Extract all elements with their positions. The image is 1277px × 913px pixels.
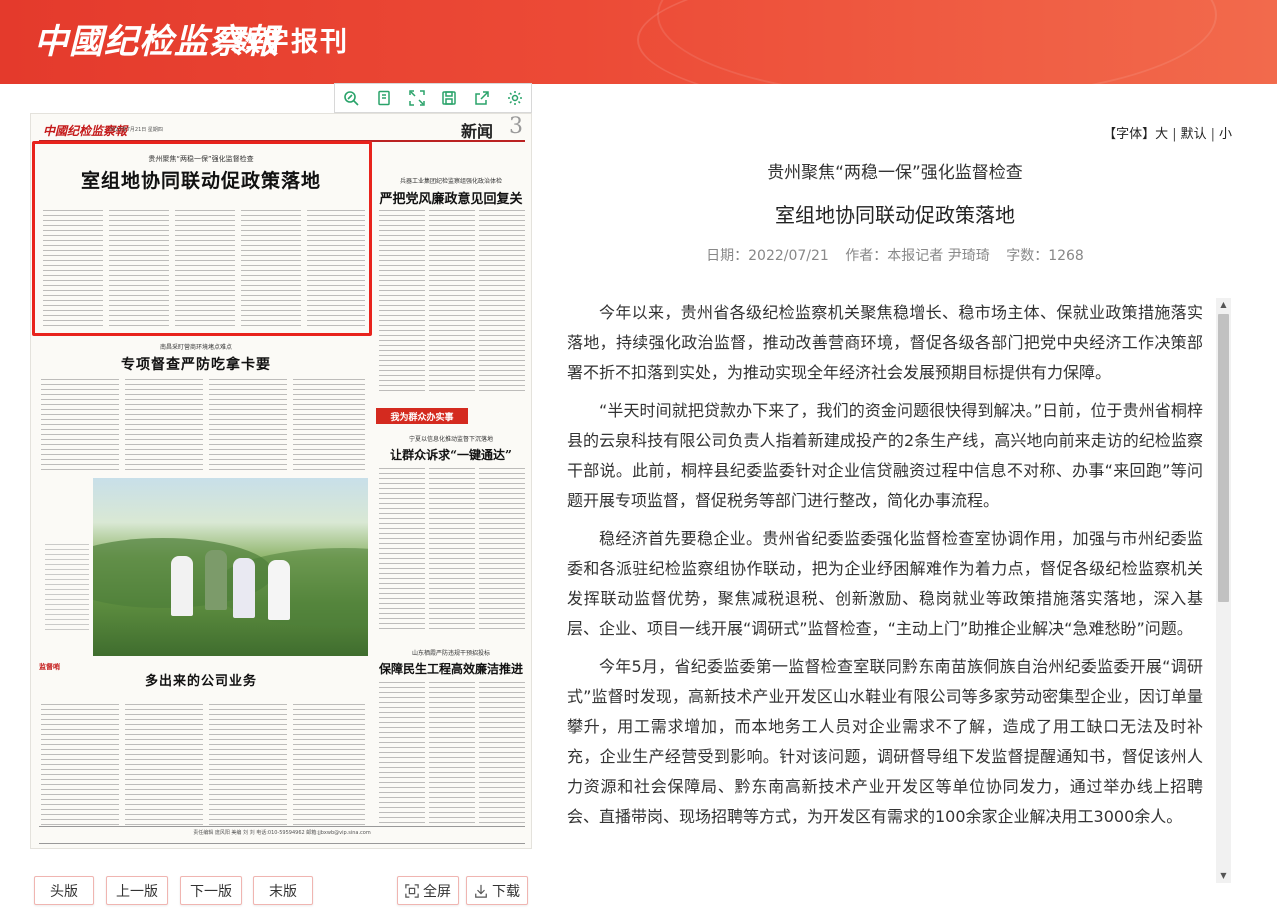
save-icon[interactable] [433, 84, 466, 112]
download-button[interactable]: 下载 [466, 876, 528, 905]
fullscreen-label: 全屏 [423, 883, 451, 900]
text-column [379, 682, 425, 827]
newspaper-masthead-bar: 中國纪检监察報 2022年7月21日 星期四 新闻 3 [39, 114, 525, 142]
single-page-icon[interactable] [368, 84, 401, 112]
text-column [209, 704, 287, 826]
scrollbar-thumb[interactable] [1218, 314, 1229, 602]
article-title: 室组地协同联动促政策落地 [775, 203, 1015, 227]
article-kicker: 贵州聚焦“两稳一保”强化监督检查 [767, 163, 1023, 183]
text-column [379, 468, 425, 633]
first-page-button[interactable]: 头版 [34, 876, 94, 905]
photo-caption [45, 544, 89, 634]
photo-column-label: 监督哨 [39, 663, 60, 671]
text-column [241, 210, 301, 330]
article-paragraph: 稳经济首先要稳企业。贵州省纪委监委强化监督检查室协调作用，加强与市州纪委监委和各… [567, 529, 1203, 638]
text-column [379, 210, 425, 395]
article-author: 作者：本报记者 尹琦琦 [845, 248, 990, 264]
story2-kicker: 兵器工业集团纪检监察组强化政治体检 [399, 178, 502, 185]
font-default-link[interactable]: 默认 [1181, 127, 1207, 142]
newspaper-page-image[interactable]: 中國纪检监察報 2022年7月21日 星期四 新闻 3 贵州聚焦“两稳一保”强化… [30, 113, 532, 849]
article-paragraph: 今年以来，贵州省各级纪检监察机关聚焦稳增长、稳市场主体、保就业政策措施落实落地，… [567, 303, 1203, 382]
column-tag: 我为群众办实事 [376, 408, 468, 424]
text-column [307, 210, 365, 330]
text-column [175, 210, 235, 330]
photo-person [205, 550, 227, 610]
article-paragraph: “半天时间就把贷款办下来了，我们的资金问题很快得到解决。”日前，位于贵州省桐梓县… [567, 401, 1203, 510]
text-column [293, 379, 365, 471]
font-size-label: 【字体】 [1103, 127, 1156, 142]
photo-person [268, 560, 290, 620]
page-toolbar [334, 83, 532, 113]
zoom-icon[interactable] [335, 84, 368, 112]
story2-headline[interactable]: 严把党风廉政意见回复关 [376, 188, 526, 207]
scroll-up-arrow-icon[interactable]: ▲ [1216, 298, 1231, 312]
story3-headline[interactable]: 专项督查严防吃拿卡要 [71, 354, 321, 374]
article-paragraph: 今年5月，省纪委监委第一监督检查室联同黔东南苗族侗族自治州纪委监委开展“调研式”… [567, 657, 1203, 826]
article-body: 今年以来，贵州省各级纪检监察机关聚焦稳增长、稳市场主体、保就业政策措施落实落地，… [567, 298, 1203, 883]
newspaper-bottom-rule [39, 843, 525, 844]
story1-kicker: 贵州聚焦“两稳一保”强化监督检查 [148, 155, 254, 163]
text-column [479, 682, 525, 827]
article-scrollbar[interactable]: ▲ ▼ [1216, 298, 1231, 883]
text-column [479, 468, 525, 633]
settings-icon[interactable] [498, 84, 531, 112]
fullscreen-icon [405, 883, 419, 898]
text-column [429, 468, 475, 633]
download-label: 下载 [492, 883, 520, 900]
font-size-switcher: 【字体】大 | 默认 | 小 [1103, 127, 1232, 142]
download-icon [475, 884, 487, 898]
text-column [41, 379, 119, 471]
fullscreen-button[interactable]: 全屏 [397, 876, 459, 905]
fit-screen-icon[interactable] [400, 84, 433, 112]
article-meta: 日期：2022/07/21 作者：本报记者 尹琦琦 字数：1268 [560, 245, 1230, 265]
font-small-link[interactable]: 小 [1219, 127, 1232, 142]
text-column [43, 210, 103, 330]
story6-kicker: 山东栖霞严防违规干预招投标 [411, 650, 490, 657]
story3-kicker: 南昌采盯营商环境堵点难点 [159, 344, 232, 351]
article-wordcount: 字数：1268 [1006, 248, 1084, 264]
article-date: 日期：2022/07/21 [706, 248, 829, 264]
text-column [109, 210, 169, 330]
site-header: 中國纪检监察報 数字报刊 [0, 0, 1277, 84]
font-large-link[interactable]: 大 [1155, 127, 1168, 142]
newspaper-section: 新闻 [460, 122, 493, 141]
text-column [209, 379, 287, 471]
header-decoration [657, 0, 1217, 84]
text-column [479, 210, 525, 395]
share-icon[interactable] [466, 84, 499, 112]
text-column [125, 379, 203, 471]
story1-headline[interactable]: 室组地协同联动促政策落地 [41, 166, 361, 193]
newspaper-page-number: 3 [509, 114, 523, 139]
story4-headline[interactable]: 让群众诉求“一键通达” [376, 446, 526, 463]
text-column [293, 704, 365, 826]
newspaper-footer: 责任编辑 庞风阳 美编 刘 刘 电话:010-59594962 邮箱:jjbxw… [39, 826, 525, 838]
news-photo[interactable] [93, 478, 368, 656]
text-column [429, 682, 475, 827]
brand-section-title: 数字报刊 [233, 27, 349, 58]
story6-headline[interactable]: 保障民生工程高效廉洁推进 [376, 660, 526, 677]
next-page-button[interactable]: 下一版 [180, 876, 242, 905]
newspaper-date: 2022年7月21日 星期四 [109, 127, 163, 133]
text-column [429, 210, 475, 395]
scroll-down-arrow-icon[interactable]: ▼ [1216, 869, 1231, 883]
text-column [125, 704, 203, 826]
photo-person [233, 558, 255, 618]
text-column [41, 704, 119, 826]
story5-headline[interactable]: 多出来的公司业务 [71, 670, 331, 689]
prev-page-button[interactable]: 上一版 [106, 876, 168, 905]
story4-kicker: 宁夏以信息化推动监督下沉落地 [408, 436, 493, 443]
last-page-button[interactable]: 末版 [253, 876, 313, 905]
photo-person [171, 556, 193, 616]
